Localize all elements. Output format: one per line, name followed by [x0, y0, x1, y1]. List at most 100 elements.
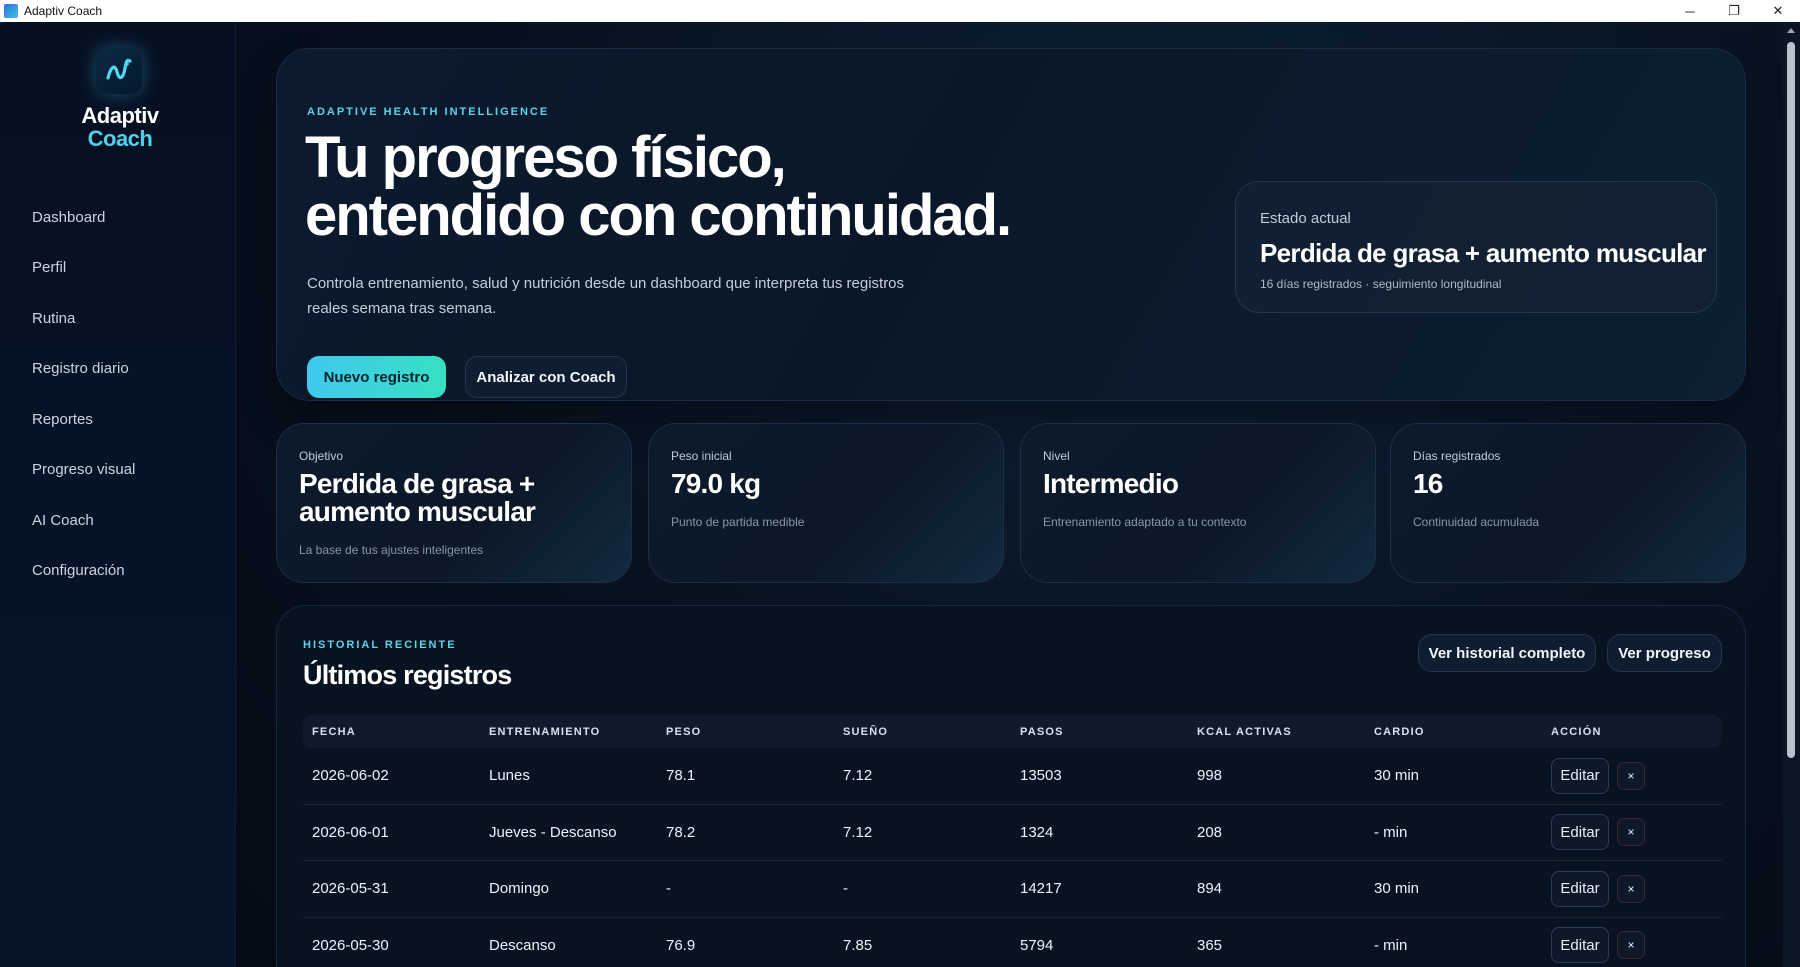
cell-accion: Editar × [1542, 927, 1722, 964]
cell-entrenamiento: Domingo [489, 880, 550, 898]
cell-accion: Editar × [1542, 870, 1722, 907]
main-content: ADAPTIVE HEALTH INTELLIGENCE Tu progreso… [236, 22, 1783, 967]
cell-entrenamiento: Lunes [489, 767, 530, 785]
app-icon [4, 4, 18, 18]
edit-button[interactable]: Editar [1551, 870, 1609, 907]
hero-description: Controla entrenamiento, salud y nutrició… [307, 275, 905, 317]
cell-peso: 78.1 [666, 767, 696, 785]
cell-sueno: 7.12 [843, 767, 873, 785]
column-header-accion: ACCIÓN [1551, 725, 1602, 738]
cell-pasos: 1324 [1020, 823, 1054, 841]
cell-sueno: 7.85 [843, 936, 873, 954]
sidebar-item-dashboard[interactable]: Dashboard [0, 192, 236, 243]
stat-value: 16 [1413, 468, 1443, 499]
history-panel: HISTORIAL RECIENTE Últimos registros Ver… [276, 605, 1746, 967]
view-full-history-button[interactable]: Ver historial completo [1418, 634, 1596, 672]
edit-button[interactable]: Editar [1551, 814, 1609, 851]
window-controls: ─ ❐ ✕ [1668, 0, 1800, 22]
current-status-card: Estado actual Perdida de grasa + aumento… [1235, 181, 1717, 313]
scrollbar-thumb[interactable] [1787, 42, 1795, 758]
cell-cardio: - min [1374, 936, 1408, 954]
sidebar-item-progreso-visual[interactable]: Progreso visual [0, 445, 236, 496]
sidebar-item-ai-coach[interactable]: AI Coach [0, 495, 236, 546]
sidebar-item-configuracion[interactable]: Configuración [0, 546, 236, 597]
cell-peso: 78.2 [666, 823, 696, 841]
scroll-up-icon[interactable] [1787, 28, 1795, 33]
cell-accion: Editar × [1542, 814, 1722, 851]
stat-label: Objetivo [299, 449, 344, 463]
cell-entrenamiento: Descanso [489, 936, 556, 954]
cell-cardio: - min [1374, 823, 1408, 841]
cell-peso: 76.9 [666, 936, 696, 954]
cell-pasos: 5794 [1020, 936, 1054, 954]
column-header-entrenamiento: ENTRENAMIENTO [489, 725, 601, 738]
vertical-scrollbar[interactable] [1783, 22, 1800, 967]
status-label: Estado actual [1260, 210, 1351, 227]
stat-label: Peso inicial [671, 449, 732, 463]
column-header-peso: PESO [666, 725, 702, 738]
view-progress-button[interactable]: Ver progreso [1607, 634, 1722, 672]
cell-cardio: 30 min [1374, 880, 1420, 898]
delete-icon[interactable]: × [1617, 874, 1645, 903]
hero-eyebrow: ADAPTIVE HEALTH INTELLIGENCE [307, 106, 550, 118]
table-header: FECHA ENTRENAMIENTO PESO SUEÑO PASOS KCA… [303, 715, 1722, 748]
stat-card-peso-inicial: Peso inicial 79.0 kg Punto de partida me… [648, 423, 1004, 583]
sidebar-item-rutina[interactable]: Rutina [0, 293, 236, 344]
cell-kcal: 365 [1197, 936, 1223, 954]
stat-subtext: Entrenamiento adaptado a tu contexto [1043, 515, 1247, 529]
brand-line2: Coach [87, 126, 153, 151]
sidebar-item-reportes[interactable]: Reportes [0, 394, 236, 445]
stat-card-dias-registrados: Días registrados 16 Continuidad acumulad… [1390, 423, 1746, 583]
sidebar: Adaptiv Coach Dashboard Perfil Rutina Re… [0, 22, 236, 967]
stat-subtext: La base de tus ajustes inteligentes [299, 543, 484, 557]
cell-peso: - [666, 880, 671, 898]
history-table: FECHA ENTRENAMIENTO PESO SUEÑO PASOS KCA… [303, 715, 1722, 967]
cell-sueno: - [843, 880, 848, 898]
column-header-sueno: SUEÑO [843, 725, 889, 738]
cell-fecha: 2026-06-02 [312, 767, 389, 785]
table-row: 2026-06-02 Lunes 78.1 7.12 13503 998 30 … [303, 748, 1722, 805]
brand-line1: Adaptiv [81, 103, 159, 128]
brand-name: Adaptiv Coach [60, 104, 180, 150]
table-row: 2026-06-01 Jueves - Descanso 78.2 7.12 1… [303, 805, 1722, 861]
stat-label: Días registrados [1413, 449, 1501, 463]
sidebar-item-registro-diario[interactable]: Registro diario [0, 344, 236, 395]
hero-panel: ADAPTIVE HEALTH INTELLIGENCE Tu progreso… [276, 48, 1746, 401]
analyze-coach-button[interactable]: Analizar con Coach [465, 356, 627, 398]
delete-icon[interactable]: × [1617, 931, 1645, 960]
cell-pasos: 13503 [1020, 767, 1062, 785]
adaptiv-wave-logo-icon[interactable] [96, 48, 142, 94]
delete-icon[interactable]: × [1617, 818, 1645, 847]
edit-button[interactable]: Editar [1551, 757, 1609, 794]
minimize-icon[interactable]: ─ [1668, 0, 1712, 22]
cell-fecha: 2026-06-01 [312, 823, 389, 841]
maximize-icon[interactable]: ❐ [1712, 0, 1756, 22]
table-row: 2026-05-30 Descanso 76.9 7.85 5794 365 -… [303, 918, 1722, 967]
cell-entrenamiento: Jueves - Descanso [489, 823, 617, 841]
edit-button[interactable]: Editar [1551, 927, 1609, 964]
window-title: Adaptiv Coach [24, 4, 103, 18]
stat-card-objetivo: Objetivo Perdida de grasa + aumento musc… [276, 423, 632, 583]
stat-subtext: Punto de partida medible [671, 515, 805, 529]
new-entry-button[interactable]: Nuevo registro [307, 356, 446, 398]
hero-title-line2: entendido con continuidad. [305, 183, 1012, 248]
sidebar-item-perfil[interactable]: Perfil [0, 243, 236, 294]
stat-card-nivel: Nivel Intermedio Entrenamiento adaptado … [1020, 423, 1376, 583]
close-icon[interactable]: ✕ [1756, 0, 1800, 22]
cell-kcal: 998 [1197, 767, 1223, 785]
cell-accion: Editar × [1542, 757, 1722, 794]
hero-title: Tu progreso físico, entendido con contin… [305, 129, 1125, 245]
column-header-fecha: FECHA [312, 725, 356, 738]
cell-fecha: 2026-05-30 [312, 936, 389, 954]
window-titlebar: Adaptiv Coach ─ ❐ ✕ [0, 0, 1800, 22]
table-row: 2026-05-31 Domingo - - 14217 894 30 min … [303, 861, 1722, 918]
history-eyebrow: HISTORIAL RECIENTE [303, 639, 457, 651]
column-header-cardio: CARDIO [1374, 725, 1425, 738]
status-value: Perdida de grasa + aumento muscular [1260, 238, 1707, 268]
delete-icon[interactable]: × [1617, 761, 1645, 790]
column-header-pasos: PASOS [1020, 725, 1064, 738]
cell-kcal: 894 [1197, 880, 1223, 898]
cell-sueno: 7.12 [843, 823, 873, 841]
stat-value: 79.0 kg [671, 468, 761, 499]
stat-label: Nivel [1043, 449, 1070, 463]
